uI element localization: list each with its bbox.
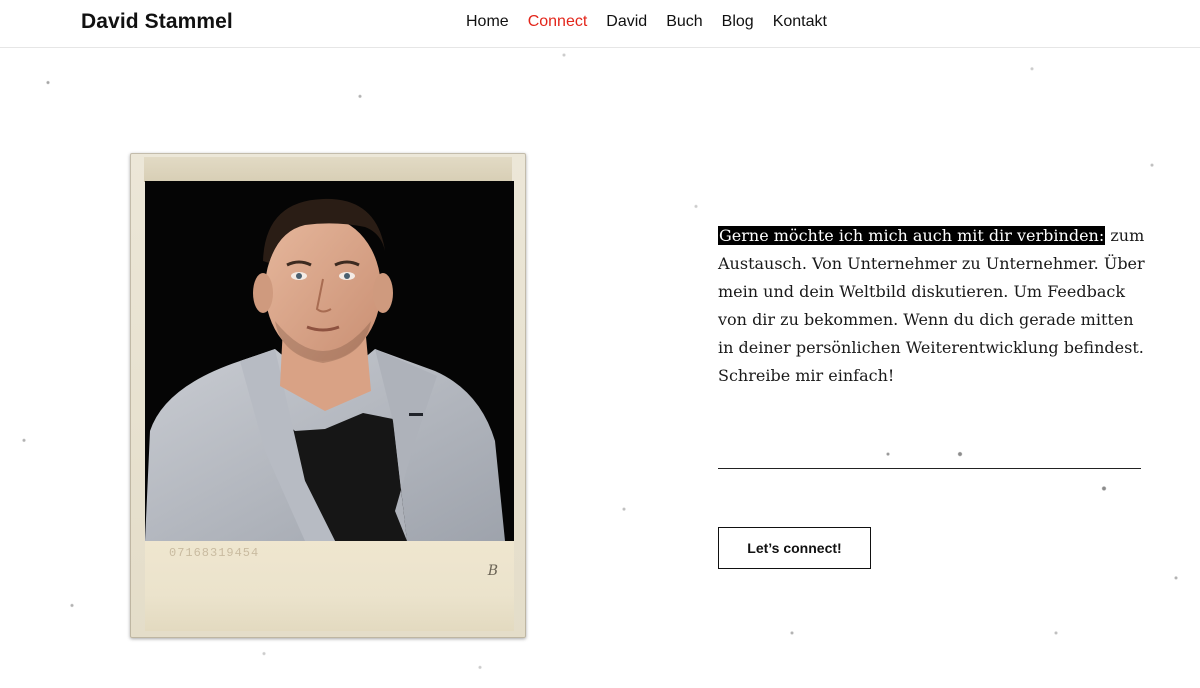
polaroid-top-strip [144,157,512,182]
portrait-illustration [145,181,514,541]
polaroid-frame: 07168319454 B [130,153,526,638]
film-letter: B [487,563,498,579]
site-header: David Stammel Home Connect David Buch Bl… [0,0,1200,48]
nav-item-connect[interactable]: Connect [528,13,588,31]
film-code: 07168319454 [169,546,260,560]
portrait-photo [145,181,514,541]
main-nav: Home Connect David Buch Blog Kontakt [466,13,827,31]
polaroid-bottom-strip: 07168319454 B [145,541,514,631]
intro-highlight: Gerne möchte ich mich auch mit dir verbi… [718,226,1106,245]
page: David Stammel Home Connect David Buch Bl… [0,0,1200,688]
site-logo[interactable]: David Stammel [81,10,233,34]
nav-item-home[interactable]: Home [466,13,509,31]
nav-item-buch[interactable]: Buch [666,13,702,31]
connect-intro-text: Gerne möchte ich mich auch mit dir verbi… [718,222,1148,390]
lets-connect-button[interactable]: Let’s connect! [718,527,871,569]
section-divider [718,468,1141,469]
nav-item-blog[interactable]: Blog [722,13,754,31]
intro-body: zum Austausch. Von Unternehmer zu Untern… [718,226,1145,385]
nav-item-kontakt[interactable]: Kontakt [773,13,827,31]
nav-item-david[interactable]: David [606,13,647,31]
